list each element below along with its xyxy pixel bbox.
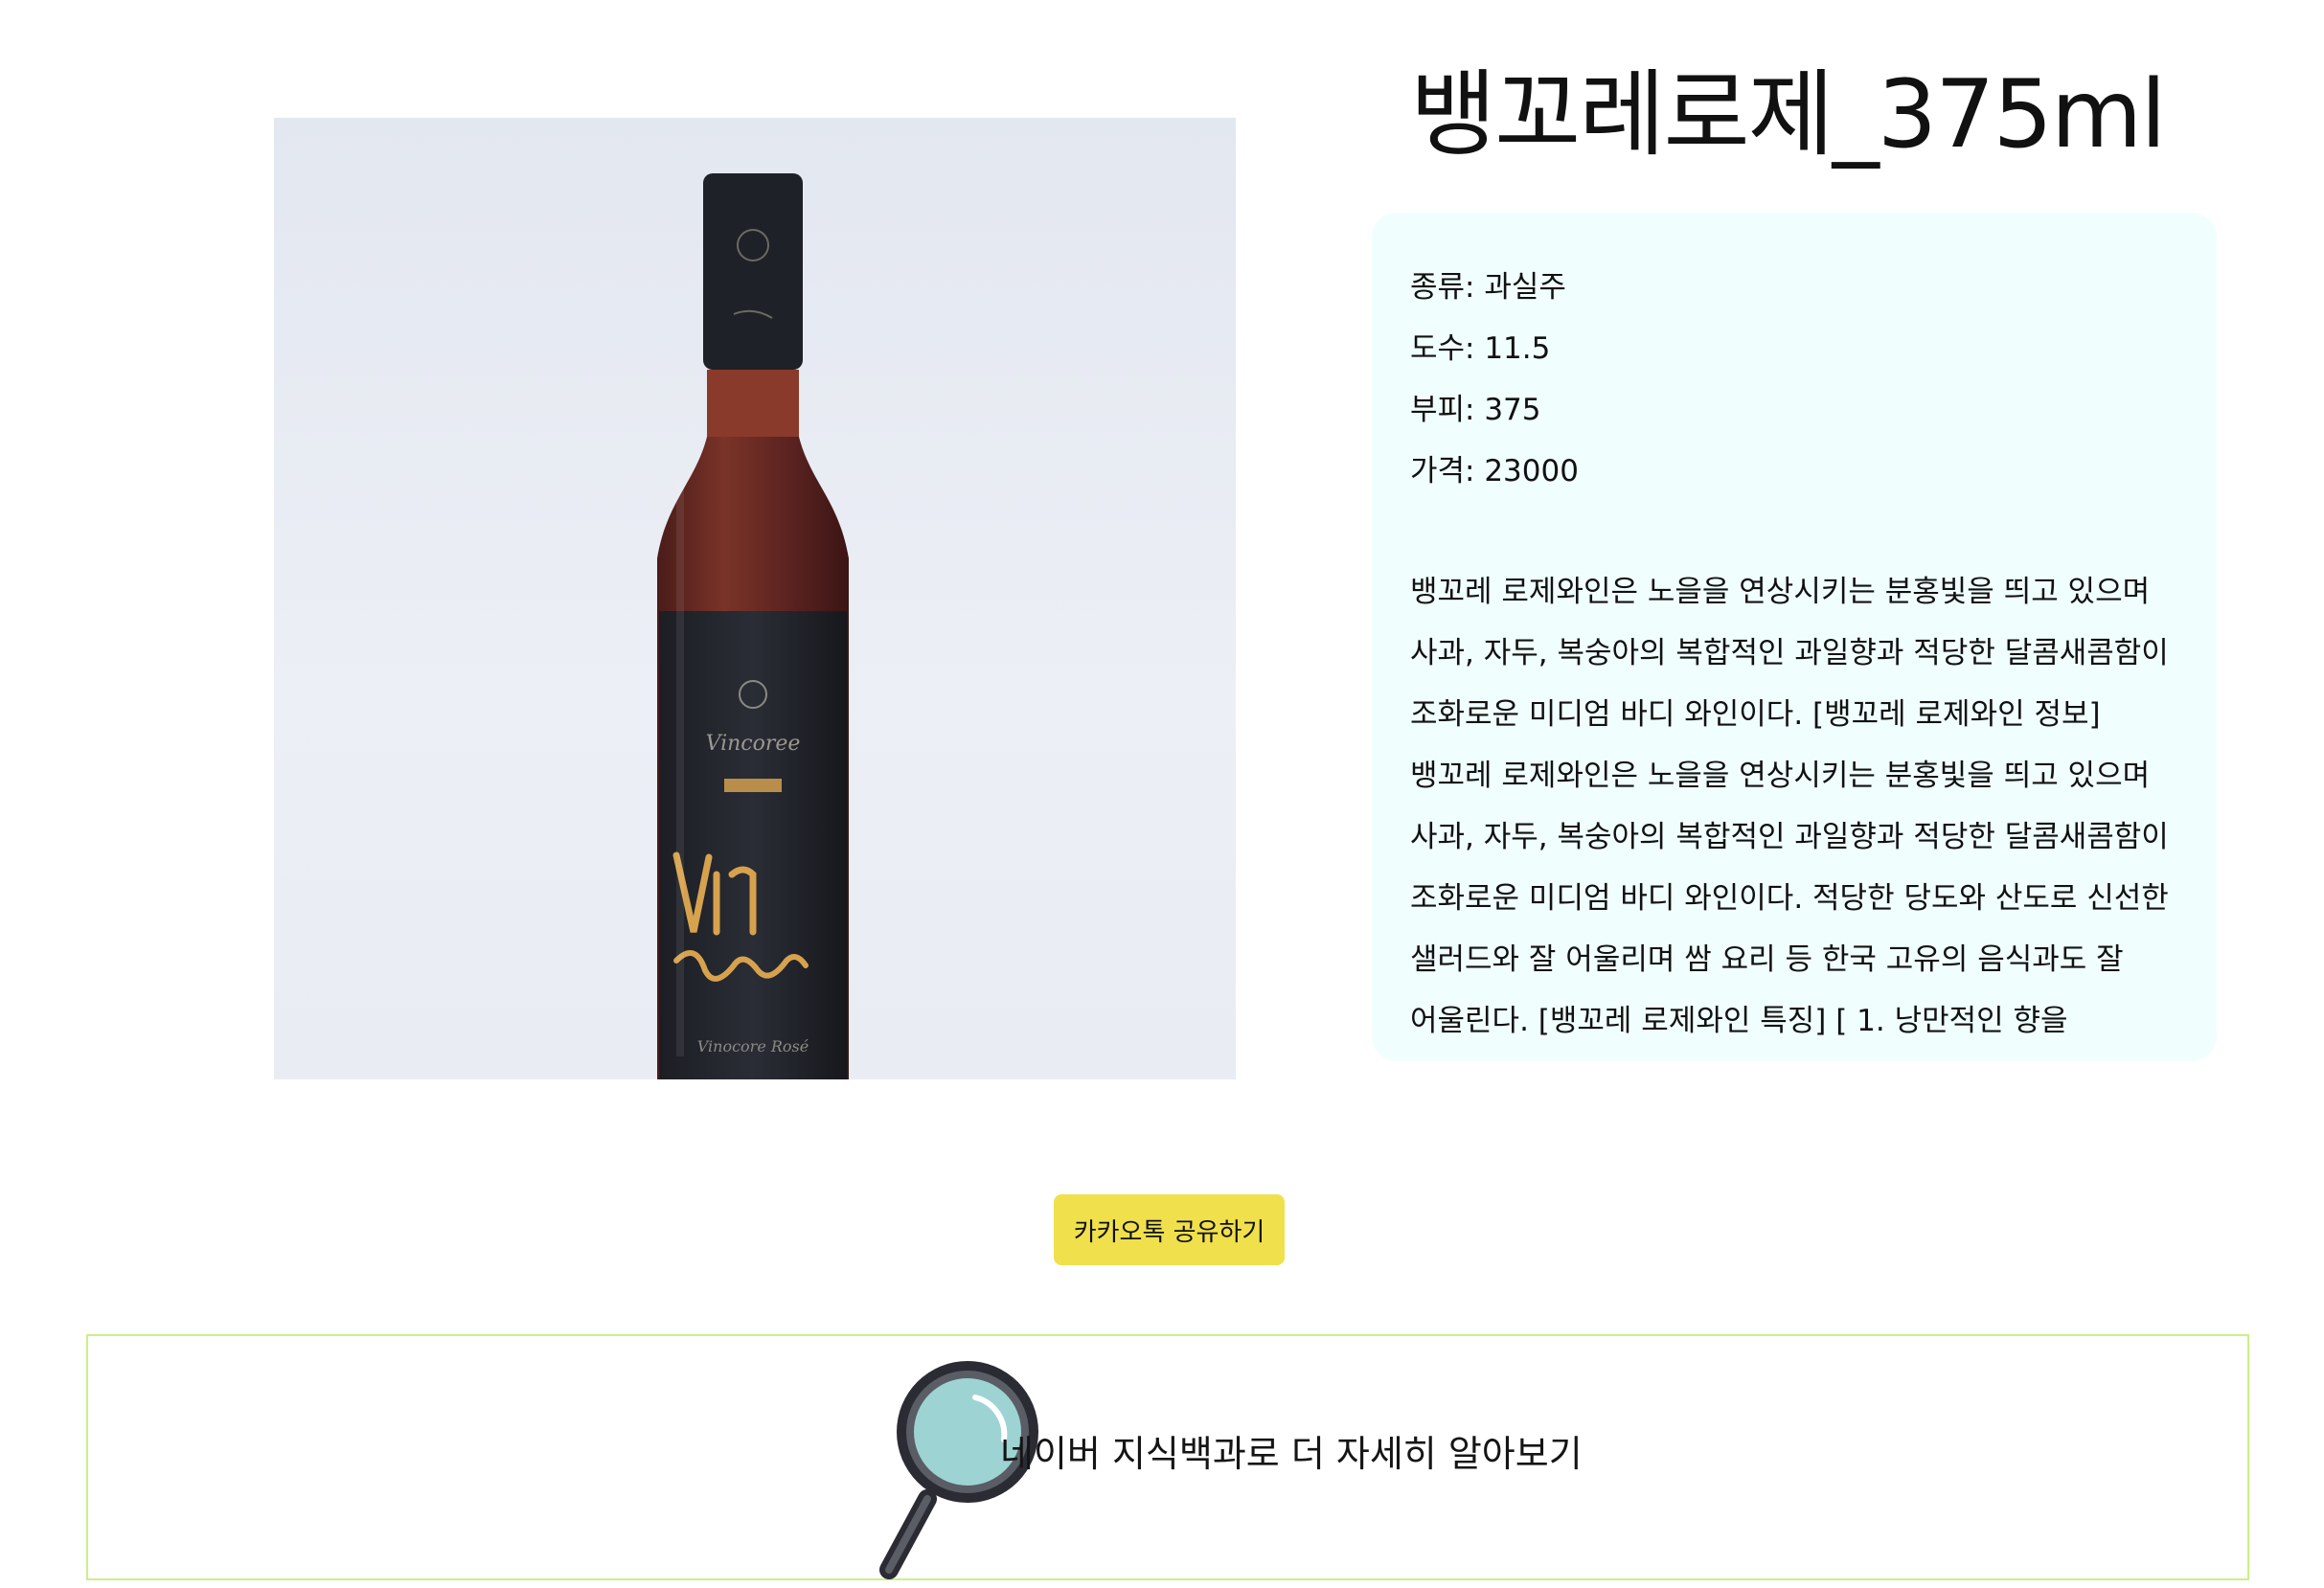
product-image: Vincoree Vinocore Rosé [274,118,1236,1079]
product-title: 뱅꼬레로제_375ml [1410,60,2167,170]
info-card-content: 종류: 과실주 도수: 11.5 부피: 375 가격: 23000 뱅꼬레 로… [1410,257,2178,1061]
spec-price: 가격: 23000 [1410,454,1579,488]
spec-abv: 도수: 11.5 [1410,331,1551,366]
svg-text:Vinocore Rosé: Vinocore Rosé [697,1037,809,1055]
spec-volume: 부피: 375 [1410,393,1541,427]
product-info-card: 종류: 과실주 도수: 11.5 부피: 375 가격: 23000 뱅꼬레 로… [1372,213,2217,1061]
spec-spacer [1410,502,2178,561]
kakao-share-button[interactable]: 카카오톡 공유하기 [1054,1194,1285,1265]
svg-text:Vincoree: Vincoree [706,732,801,756]
spec-type: 종류: 과실주 [1410,270,1566,305]
wine-bottle-image: Vincoree Vinocore Rosé [657,173,849,1079]
product-description: 뱅꼬레 로제와인은 노을을 연상시키는 분홍빛을 띄고 있으며 사과, 자두, … [1410,575,2169,1038]
naver-link-label: 네이버 지식백과로 더 자세히 알아보기 [1000,1433,1583,1475]
naver-encyclopedia-link[interactable]: 네이버 지식백과로 더 자세히 알아보기 [86,1334,2249,1580]
product-detail-page: Vincoree Vinocore Rosé 뱅꼬레로제_375ml 종류: 과… [0,0,2324,1588]
